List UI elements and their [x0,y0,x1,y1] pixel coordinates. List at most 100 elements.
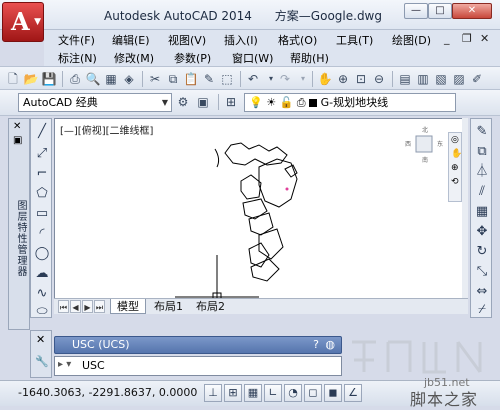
infer-constraints-icon[interactable]: ⊥ [204,384,222,402]
zoom-previous-icon[interactable]: ⊖ [370,70,388,88]
zoom-icon[interactable]: ⊕ [451,163,459,173]
workspace-dropdown[interactable]: AutoCAD 经典 ▼ [18,93,172,112]
circle-icon[interactable]: ◯ [33,245,51,263]
undo-icon[interactable]: ↶ [244,70,262,88]
doc-close-icon[interactable]: ✕ [480,32,489,45]
snap-mode-icon[interactable]: ⊞ [224,384,242,402]
zoom-realtime-icon[interactable]: ⊕ [334,70,352,88]
application-menu-button[interactable]: A ▼ [2,2,44,42]
next-tab-icon[interactable]: ▶ [82,300,93,313]
erase-icon[interactable]: ✎ [473,123,491,141]
command-prompt-icon[interactable]: ▸ ▾ [58,359,71,370]
close-button[interactable]: ✕ [452,3,492,19]
minimize-button[interactable]: — [404,3,428,19]
prev-tab-icon[interactable]: ◀ [70,300,81,313]
spline-icon[interactable]: ∿ [33,285,51,303]
steering-wheel-icon[interactable]: ◎ [451,135,459,145]
block-editor-icon[interactable]: ⬚ [218,70,236,88]
globe-icon[interactable]: ◍ [325,338,335,351]
polyline-icon[interactable]: ⌐ [33,165,51,183]
menu-parametric[interactable]: 参数(P) [174,50,211,66]
ellipse-icon[interactable]: ⬭ [33,303,51,321]
ortho-mode-icon[interactable]: ∟ [264,384,282,402]
menu-file[interactable]: 文件(F) [58,32,95,48]
layer-state-icon[interactable]: ▣ [194,93,212,111]
grid-display-icon[interactable]: ▦ [244,384,262,402]
close-icon[interactable]: ✕ [13,121,21,132]
layer-dropdown[interactable]: 💡 ☀ 🔓 ⎙ G-规划地块线 [244,93,456,112]
menu-window[interactable]: 窗口(W) [232,50,273,66]
mirror-icon[interactable]: ⏃ [473,163,491,181]
polygon-icon[interactable]: ⬠ [33,185,51,203]
stretch-icon[interactable]: ⇔ [473,283,491,301]
layer-properties-icon[interactable]: ⊞ [222,93,240,111]
match-properties-icon[interactable]: ✎ [200,70,218,88]
3d-object-snap-icon[interactable]: ◼ [324,384,342,402]
viewport-controls[interactable]: [—][俯视][二维线框] [60,122,153,137]
scale-icon[interactable]: ⤡ [473,263,491,281]
doc-minimize-icon[interactable]: _ [444,32,450,45]
close-icon[interactable]: ✕ [36,333,45,346]
print-icon[interactable]: ⎙ [66,70,84,88]
tool-palettes-icon[interactable]: ▧ [432,70,450,88]
tab-layout1[interactable]: 布局1 [148,299,189,314]
publish-icon[interactable]: ▦ [102,70,120,88]
new-file-icon[interactable]: 🗋 [4,70,22,88]
menu-insert[interactable]: 插入(I) [224,32,258,48]
array-icon[interactable]: ▦ [473,203,491,221]
construction-line-icon[interactable]: ⤢ [33,145,51,163]
command-window-handle[interactable]: ✕ 🔧 [30,330,52,378]
menu-format[interactable]: 格式(O) [278,32,317,48]
tab-model[interactable]: 模型 [110,299,146,314]
orbit-icon[interactable]: ⟲ [451,177,459,187]
menu-view[interactable]: 视图(V) [168,32,206,48]
menu-modify[interactable]: 修改(M) [114,50,154,66]
navigation-bar[interactable]: ◎ ✋ ⊕ ⟲ [448,132,462,202]
cut-icon[interactable]: ✂ [146,70,164,88]
print-preview-icon[interactable]: 🔍 [84,70,102,88]
last-tab-icon[interactable]: ⏭ [94,300,105,313]
rotate-icon[interactable]: ↻ [473,243,491,261]
zoom-window-icon[interactable]: ⊡ [352,70,370,88]
open-file-icon[interactable]: 📂 [22,70,40,88]
menu-help[interactable]: 帮助(H) [290,50,329,66]
revision-cloud-icon[interactable]: ☁ [33,265,51,283]
save-icon[interactable]: 💾 [40,70,58,88]
redo-icon[interactable]: ↷ [276,70,294,88]
chevron-down-icon[interactable]: ▾ [294,70,312,88]
menu-draw[interactable]: 绘图(D) [392,32,431,48]
properties-icon[interactable]: ▤ [396,70,414,88]
design-center-icon[interactable]: ▥ [414,70,432,88]
auto-hide-icon[interactable]: ▣ [13,135,22,146]
wrench-icon[interactable]: 🔧 [35,355,49,368]
paste-icon[interactable]: 📋 [182,70,200,88]
workspace-settings-icon[interactable]: ⚙ [174,93,192,111]
3d-dwf-icon[interactable]: ◈ [120,70,138,88]
arc-icon[interactable]: ◜ [33,225,51,243]
help-icon[interactable]: ? [313,338,319,351]
menu-dimension[interactable]: 标注(N) [58,50,97,66]
offset-icon[interactable]: ⫽ [473,183,491,201]
vertical-scrollbar[interactable] [462,118,468,314]
menu-tools[interactable]: 工具(T) [336,32,373,48]
trim-icon[interactable]: ⌿ [473,301,491,319]
menu-edit[interactable]: 编辑(E) [112,32,150,48]
object-snap-tracking-icon[interactable]: ∠ [344,384,362,402]
copy-object-icon[interactable]: ⧉ [473,143,491,161]
doc-restore-icon[interactable]: ❐ [462,32,472,45]
first-tab-icon[interactable]: ⏮ [58,300,69,313]
copy-icon[interactable]: ⧉ [164,70,182,88]
viewcube[interactable]: 北 南 西 东 [404,124,444,164]
object-snap-icon[interactable]: ◻ [304,384,322,402]
rectangle-icon[interactable]: ▭ [33,205,51,223]
pan-icon[interactable]: ✋ [316,70,334,88]
tab-layout2[interactable]: 布局2 [190,299,231,314]
maximize-button[interactable]: □ [428,3,452,19]
polar-tracking-icon[interactable]: ◔ [284,384,302,402]
markup-icon[interactable]: ✐ [468,70,486,88]
chevron-down-icon: ▼ [34,17,41,27]
pan-icon[interactable]: ✋ [451,149,462,159]
line-icon[interactable]: ╱ [33,123,51,141]
move-icon[interactable]: ✥ [473,223,491,241]
sheet-set-icon[interactable]: ▨ [450,70,468,88]
